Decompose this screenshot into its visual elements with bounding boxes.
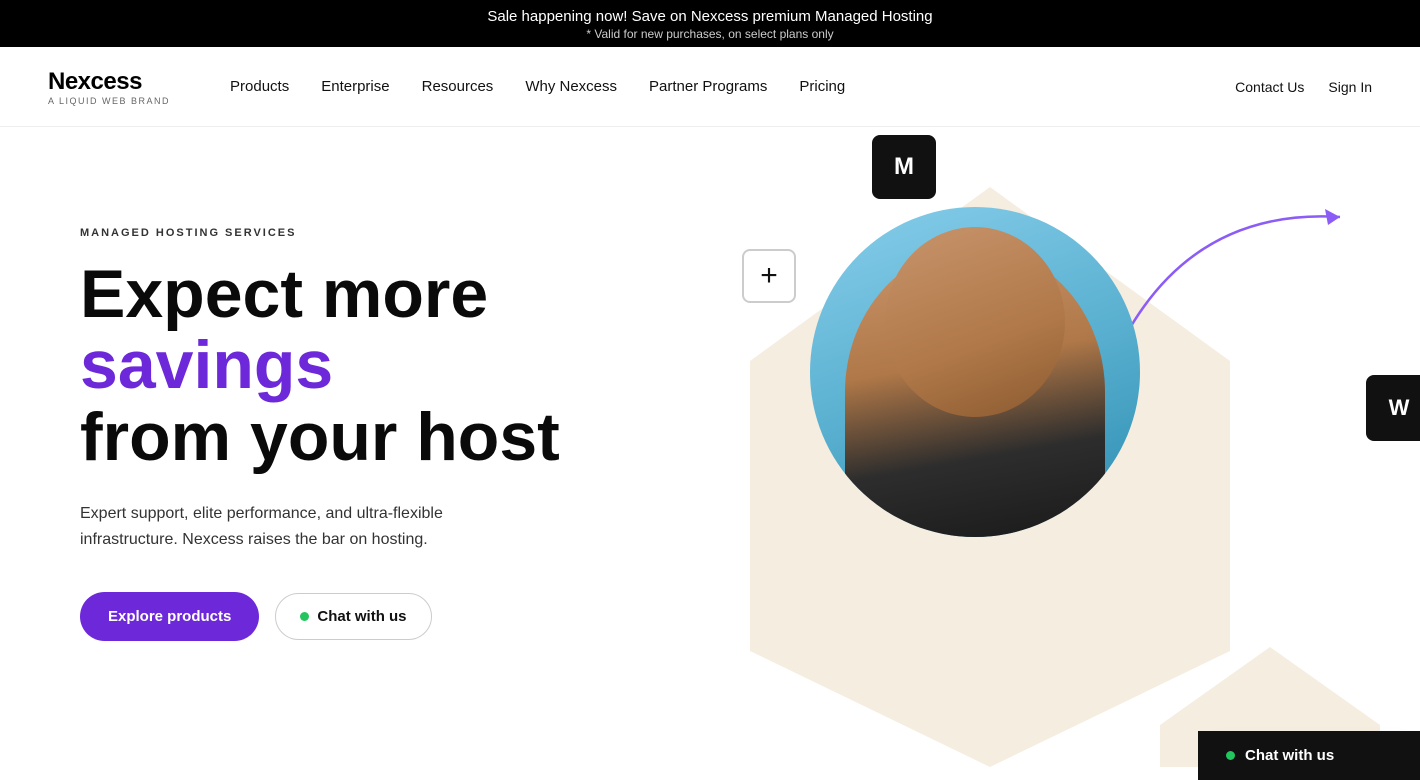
person-photo [810, 207, 1140, 537]
wordpress-badge: W [1366, 375, 1420, 441]
hero-section: MANAGED HOSTING SERVICES Expect more sav… [0, 127, 1420, 767]
hero-headline: Expect more savings from your host [80, 259, 560, 473]
hero-illustration: M + W Woo COMMERCE Powerful hosting ▊ [690, 127, 1420, 767]
chat-online-dot [300, 612, 309, 621]
nav-contact-us[interactable]: Contact Us [1235, 79, 1304, 95]
nav-enterprise[interactable]: Enterprise [321, 78, 389, 95]
chat-widget-online-dot [1226, 751, 1235, 760]
nav-products[interactable]: Products [230, 78, 289, 95]
nav-pricing[interactable]: Pricing [799, 78, 845, 95]
chat-button-label: Chat with us [317, 608, 406, 625]
chat-with-us-button[interactable]: Chat with us [275, 593, 431, 640]
logo-name: Nexcess [48, 68, 170, 96]
hero-ctas: Explore products Chat with us [80, 592, 560, 641]
plus-badge: + [742, 249, 796, 303]
magento-icon: M [894, 153, 914, 181]
magento-badge: M [872, 135, 936, 199]
top-banner: Sale happening now! Save on Nexcess prem… [0, 0, 1420, 47]
hero-line3: from your host [80, 402, 560, 473]
hero-description: Expert support, elite performance, and u… [80, 501, 510, 552]
nav-links: Products Enterprise Resources Why Nexces… [230, 78, 1235, 95]
plus-icon: + [760, 259, 778, 293]
wordpress-icon: W [1389, 395, 1410, 421]
nav-right: Contact Us Sign In [1235, 79, 1372, 95]
banner-main-text: Sale happening now! Save on Nexcess prem… [20, 8, 1400, 25]
nav-why-nexcess[interactable]: Why Nexcess [525, 78, 617, 95]
logo-tagline: A Liquid Web Brand [48, 96, 170, 106]
chat-widget[interactable]: Chat with us [1198, 731, 1420, 780]
hero-eyebrow: MANAGED HOSTING SERVICES [80, 227, 560, 239]
chat-widget-label: Chat with us [1245, 747, 1334, 764]
explore-products-button[interactable]: Explore products [80, 592, 259, 641]
nav-partner-programs[interactable]: Partner Programs [649, 78, 767, 95]
hero-savings: savings [80, 330, 560, 401]
main-nav: Nexcess A Liquid Web Brand Products Ente… [0, 47, 1420, 127]
nav-resources[interactable]: Resources [422, 78, 494, 95]
banner-sub-text: * Valid for new purchases, on select pla… [20, 27, 1400, 41]
nav-sign-in[interactable]: Sign In [1328, 79, 1372, 95]
logo[interactable]: Nexcess A Liquid Web Brand [48, 68, 170, 106]
hero-line1: Expect more [80, 259, 560, 330]
person-head [885, 227, 1065, 417]
hero-content: MANAGED HOSTING SERVICES Expect more sav… [80, 187, 560, 641]
